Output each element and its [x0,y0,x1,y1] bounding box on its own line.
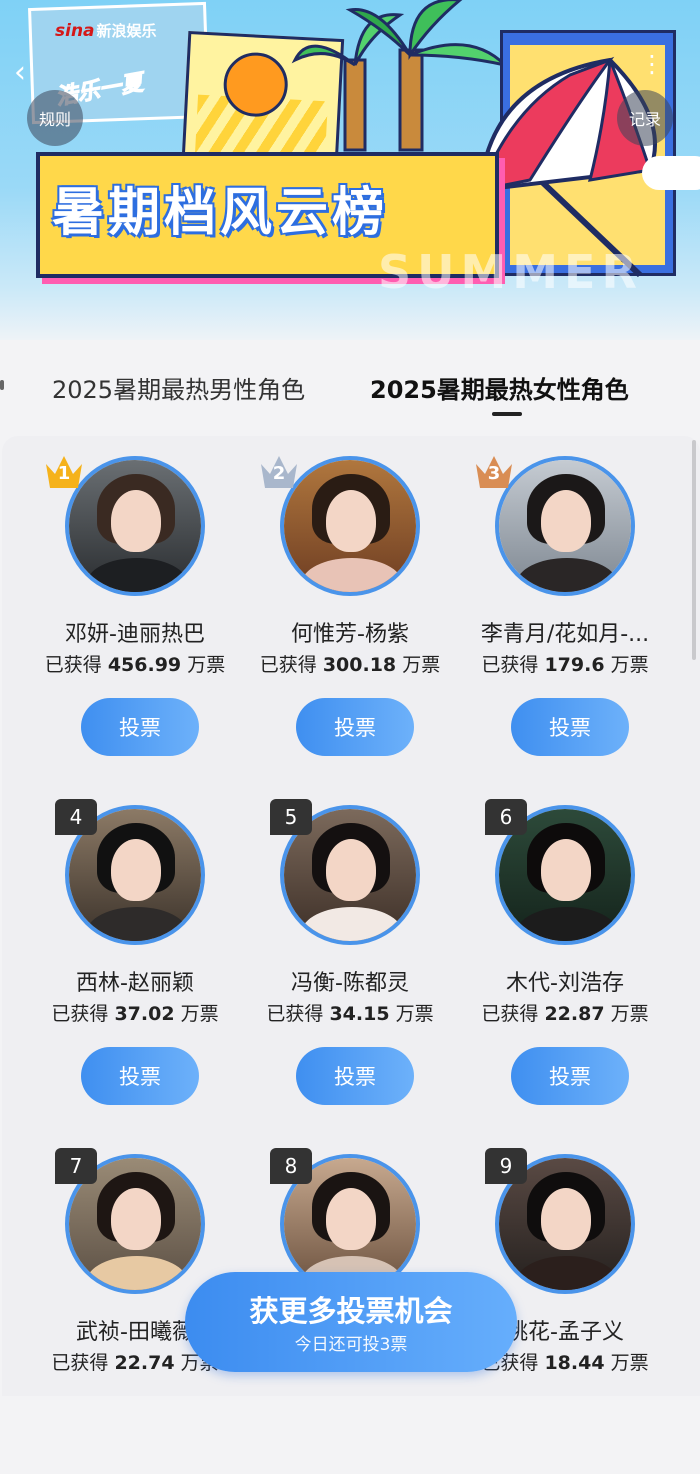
rank-number: 7 [55,1148,97,1184]
vote-button[interactable]: 投票 [511,698,629,756]
record-label: 记录 [628,110,661,129]
active-tab-indicator [492,412,522,416]
tab-female-roles[interactable]: 2025暑期最热女性角色 [370,370,629,405]
vote-count: 已获得 300.18 万票 [259,654,441,676]
cta-main-label: 获更多投票机会 [249,1294,453,1328]
more-icon[interactable]: ⋮ [640,50,665,78]
vote-button[interactable]: 投票 [81,698,199,756]
vote-button[interactable]: 投票 [296,1047,414,1105]
rank-number: 1 [57,462,71,484]
vote-button[interactable]: 投票 [81,1047,199,1105]
tab-male-roles[interactable]: 2025暑期最热男性角色 [52,370,305,405]
rank-number: 6 [485,799,527,835]
brand-mark: sina [55,21,95,41]
rank-number: 3 [487,462,501,484]
rank-card: 3 李青月/花如月-... 已获得 179.6 万票 投票 [455,436,675,776]
role-name: 邓妍-迪丽热巴 [65,622,205,647]
avatar[interactable] [495,456,635,596]
rank-card: 5 冯衡-陈都灵 已获得 34.15 万票 投票 [240,785,460,1125]
vote-count: 已获得 179.6 万票 [481,654,649,676]
scroll-indicator [0,380,4,390]
rank-card: 2 何惟芳-杨紫 已获得 300.18 万票 投票 [240,436,460,776]
role-name: 何惟芳-杨紫 [291,622,409,647]
vote-count: 已获得 456.99 万票 [44,654,226,676]
rules-label: 规则 [38,110,71,129]
rank-card: 4 西林-赵丽颖 已获得 37.02 万票 投票 [25,785,245,1125]
vote-count: 已获得 37.02 万票 [51,1003,219,1025]
avatar[interactable] [280,456,420,596]
rank-number: 8 [270,1148,312,1184]
summer-watermark: SUMMER [378,245,643,299]
role-name: 西林-赵丽颖 [76,971,194,996]
vote-count: 已获得 34.15 万票 [266,1003,434,1025]
record-button[interactable]: 记录 [617,90,673,146]
summer-banner: sina 新浪娱乐 浩乐一夏 暑期档风云榜 SUMMER ‹ ⋮ 规则 记录 [0,0,700,340]
brand-name: 新浪娱乐 [96,22,157,40]
vote-button[interactable]: 投票 [296,698,414,756]
sina-logo: sina 新浪娱乐 [55,20,157,41]
rank-card: 6 木代-刘浩存 已获得 22.87 万票 投票 [455,785,675,1125]
rank-number: 9 [485,1148,527,1184]
rank-number: 5 [270,799,312,835]
category-tabs: 2025暑期最热男性角色 2025暑期最热女性角色 [0,360,700,420]
page-title: 暑期档风云榜 [52,183,389,243]
role-name: 李青月/花如月-... [480,622,650,647]
role-name: 冯衡-陈都灵 [291,971,409,996]
rank-card: 1 邓妍-迪丽热巴 已获得 456.99 万票 投票 [25,436,245,776]
avatar[interactable] [65,456,205,596]
back-chevron-icon[interactable]: ‹ [14,55,26,90]
more-votes-button[interactable]: 获更多投票机会 今日还可投3票 [185,1272,517,1372]
vote-button[interactable]: 投票 [511,1047,629,1105]
rules-button[interactable]: 规则 [27,90,83,146]
side-pill[interactable] [642,156,700,190]
rank-number: 4 [55,799,97,835]
role-name: 木代-刘浩存 [506,971,624,996]
cta-sub-label: 今日还可投3票 [294,1335,408,1355]
scrollbar[interactable] [692,440,696,660]
vote-count: 已获得 22.87 万票 [481,1003,649,1025]
rank-number: 2 [272,462,286,484]
